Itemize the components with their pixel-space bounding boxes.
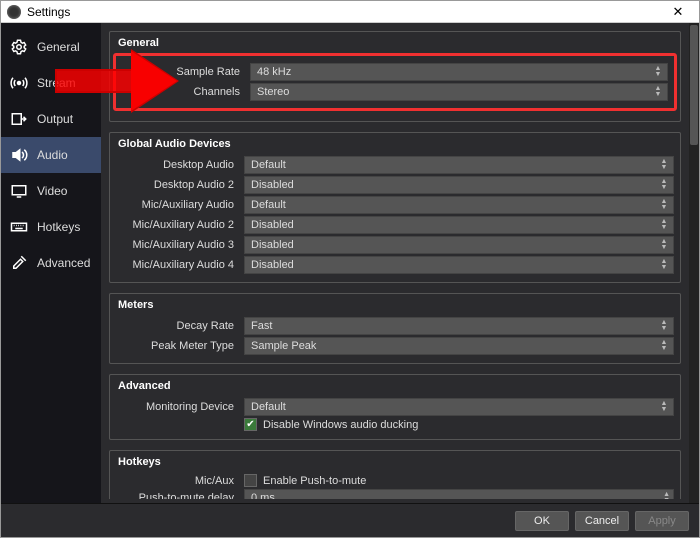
sidebar-item-advanced[interactable]: Advanced bbox=[1, 245, 101, 281]
combo-mic-aux[interactable]: Default ▲▼ bbox=[244, 196, 674, 214]
spinner-ptm-delay-micaux[interactable]: 0 ms ▲▼ bbox=[244, 489, 674, 499]
sidebar-item-video[interactable]: Video bbox=[1, 173, 101, 209]
sidebar-item-label: Video bbox=[37, 184, 67, 198]
sidebar-item-audio[interactable]: Audio bbox=[1, 137, 101, 173]
group-meters: Meters Decay RateFast▲▼ Peak Meter TypeS… bbox=[109, 293, 681, 364]
group-title: General bbox=[118, 37, 674, 49]
app-icon bbox=[7, 5, 21, 19]
output-icon bbox=[9, 109, 29, 129]
combo-mic-aux-3[interactable]: Disabled ▲▼ bbox=[244, 236, 674, 254]
group-title: Global Audio Devices bbox=[118, 138, 674, 150]
label-mic-aux-4: Mic/Auxiliary Audio 4 bbox=[116, 259, 244, 271]
updown-icon: ▲▼ bbox=[663, 490, 670, 499]
label-decay-rate: Decay Rate bbox=[116, 320, 244, 332]
group-title: Advanced bbox=[118, 380, 674, 392]
group-title: Hotkeys bbox=[118, 456, 674, 468]
updown-icon: ▲▼ bbox=[658, 197, 670, 213]
highlight-box: Sample Rate 48 kHz ▲▼ Channels Stereo ▲▼ bbox=[113, 53, 677, 111]
label-ptm-delay: Push-to-mute delay bbox=[116, 492, 244, 499]
sidebar-item-stream[interactable]: Stream bbox=[1, 65, 101, 101]
label-peak-meter: Peak Meter Type bbox=[116, 340, 244, 352]
label-desktop-audio: Desktop Audio bbox=[116, 159, 244, 171]
combo-monitoring[interactable]: Default ▲▼ bbox=[244, 398, 674, 416]
gear-icon bbox=[9, 37, 29, 57]
tools-icon bbox=[9, 253, 29, 273]
updown-icon: ▲▼ bbox=[658, 338, 670, 354]
checkbox-ptm-micaux[interactable] bbox=[244, 474, 257, 487]
updown-icon: ▲▼ bbox=[652, 84, 664, 100]
label-mic-aux-3: Mic/Auxiliary Audio 3 bbox=[116, 239, 244, 251]
combo-desktop-audio[interactable]: Default ▲▼ bbox=[244, 156, 674, 174]
sidebar-item-label: Output bbox=[37, 112, 73, 126]
label-enable-ptm: Enable Push-to-mute bbox=[263, 475, 366, 487]
combo-peak-meter[interactable]: Sample Peak ▲▼ bbox=[244, 337, 674, 355]
group-title: Meters bbox=[118, 299, 674, 311]
cancel-button[interactable]: Cancel bbox=[575, 511, 629, 531]
group-global-audio: Global Audio Devices Desktop AudioDefaul… bbox=[109, 132, 681, 283]
ok-button[interactable]: OK bbox=[515, 511, 569, 531]
label-sample-rate: Sample Rate bbox=[122, 66, 250, 78]
content-pane: General Sample Rate 48 kHz ▲▼ Channels bbox=[101, 23, 699, 503]
updown-icon: ▲▼ bbox=[652, 64, 664, 80]
combo-value: Disabled bbox=[251, 259, 294, 271]
label-ducking: Disable Windows audio ducking bbox=[263, 419, 418, 431]
combo-value: 48 kHz bbox=[257, 66, 291, 78]
updown-icon: ▲▼ bbox=[658, 318, 670, 334]
sidebar: General Stream Output Audio Video Hotkey… bbox=[1, 23, 101, 503]
updown-icon: ▲▼ bbox=[658, 237, 670, 253]
combo-value: Default bbox=[251, 401, 286, 413]
combo-value: Disabled bbox=[251, 179, 294, 191]
vertical-scrollbar[interactable] bbox=[689, 23, 699, 503]
combo-decay-rate[interactable]: Fast ▲▼ bbox=[244, 317, 674, 335]
label-mic-aux: Mic/Auxiliary Audio bbox=[116, 199, 244, 211]
window-title: Settings bbox=[27, 5, 70, 19]
updown-icon: ▲▼ bbox=[658, 157, 670, 173]
checkbox-ducking[interactable]: ✔ bbox=[244, 418, 257, 431]
sidebar-item-general[interactable]: General bbox=[1, 29, 101, 65]
combo-value: Disabled bbox=[251, 239, 294, 251]
close-button[interactable]: ✕ bbox=[663, 4, 693, 20]
combo-value: Default bbox=[251, 199, 286, 211]
audio-icon bbox=[9, 145, 29, 165]
footer: OK Cancel Apply bbox=[1, 503, 699, 537]
sidebar-item-label: Hotkeys bbox=[37, 220, 80, 234]
apply-button[interactable]: Apply bbox=[635, 511, 689, 531]
group-hotkeys: Hotkeys Mic/Aux Enable Push-to-mute Push… bbox=[109, 450, 681, 499]
combo-value: Fast bbox=[251, 320, 272, 332]
sidebar-item-hotkeys[interactable]: Hotkeys bbox=[1, 209, 101, 245]
sidebar-item-label: Stream bbox=[37, 76, 76, 90]
combo-value: Disabled bbox=[251, 219, 294, 231]
combo-desktop-audio-2[interactable]: Disabled ▲▼ bbox=[244, 176, 674, 194]
combo-channels[interactable]: Stereo ▲▼ bbox=[250, 83, 668, 101]
scrollbar-thumb[interactable] bbox=[690, 25, 698, 145]
updown-icon: ▲▼ bbox=[658, 257, 670, 273]
label-desktop-audio-2: Desktop Audio 2 bbox=[116, 179, 244, 191]
updown-icon: ▲▼ bbox=[658, 217, 670, 233]
spinner-value: 0 ms bbox=[251, 492, 275, 499]
updown-icon: ▲▼ bbox=[658, 399, 670, 415]
combo-mic-aux-4[interactable]: Disabled ▲▼ bbox=[244, 256, 674, 274]
broadcast-icon bbox=[9, 73, 29, 93]
label-mic-aux-2: Mic/Auxiliary Audio 2 bbox=[116, 219, 244, 231]
keyboard-icon bbox=[9, 217, 29, 237]
group-advanced: Advanced Monitoring Device Default ▲▼ ✔ Di… bbox=[109, 374, 681, 440]
label-micaux: Mic/Aux bbox=[116, 475, 244, 487]
label-monitoring: Monitoring Device bbox=[116, 401, 244, 413]
settings-window: Settings ✕ General Stream Output Audio bbox=[0, 0, 700, 538]
sidebar-item-label: Advanced bbox=[37, 256, 90, 270]
combo-value: Stereo bbox=[257, 86, 289, 98]
sidebar-item-output[interactable]: Output bbox=[1, 101, 101, 137]
sidebar-item-label: Audio bbox=[37, 148, 68, 162]
group-general: General Sample Rate 48 kHz ▲▼ Channels bbox=[109, 31, 681, 122]
video-icon bbox=[9, 181, 29, 201]
label-channels: Channels bbox=[122, 86, 250, 98]
updown-icon: ▲▼ bbox=[658, 177, 670, 193]
titlebar: Settings ✕ bbox=[1, 1, 699, 23]
combo-value: Sample Peak bbox=[251, 340, 316, 352]
window-body: General Stream Output Audio Video Hotkey… bbox=[1, 23, 699, 503]
combo-value: Default bbox=[251, 159, 286, 171]
combo-sample-rate[interactable]: 48 kHz ▲▼ bbox=[250, 63, 668, 81]
combo-mic-aux-2[interactable]: Disabled ▲▼ bbox=[244, 216, 674, 234]
sidebar-item-label: General bbox=[37, 40, 80, 54]
